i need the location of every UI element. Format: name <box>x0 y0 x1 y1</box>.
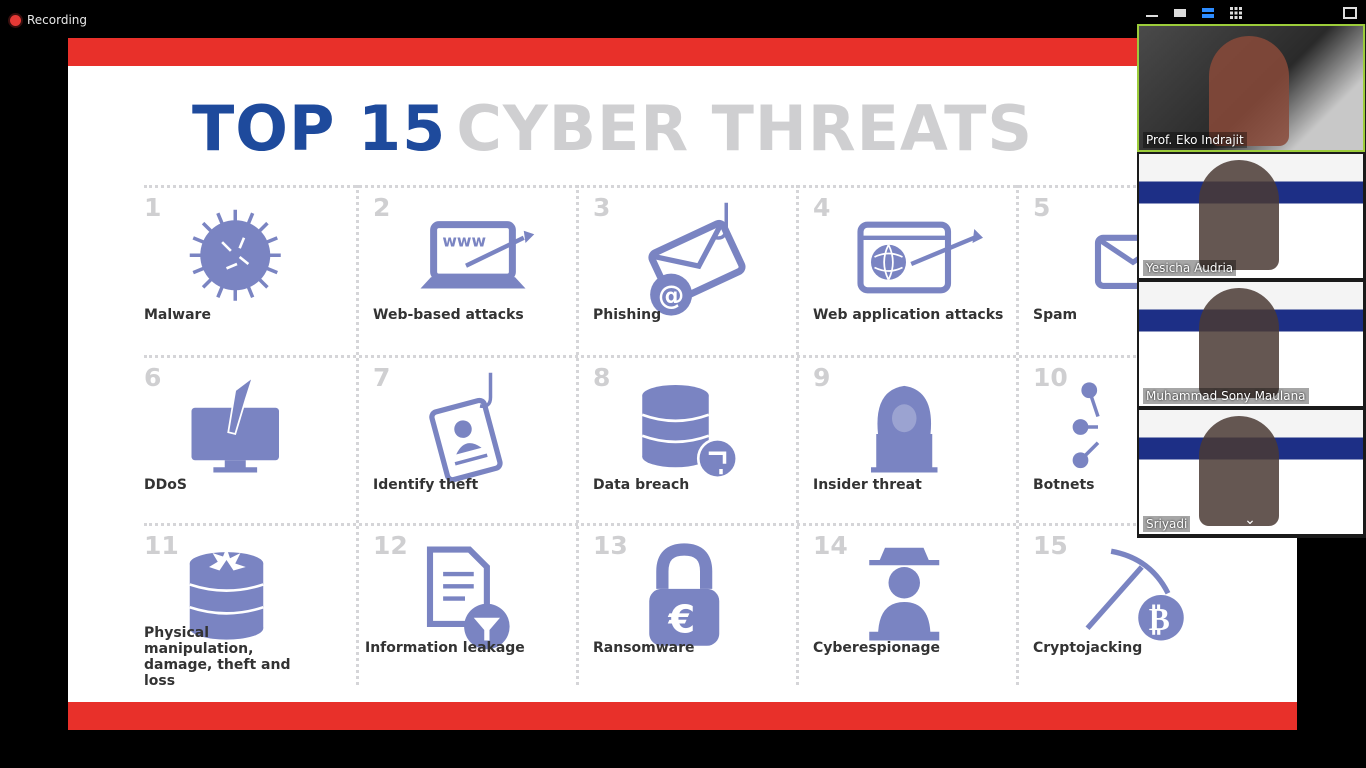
participant-avatar <box>1199 288 1279 398</box>
participant-video-tile[interactable]: Prof. Eko Indrajit <box>1137 24 1365 152</box>
svg-text:₿: ₿ <box>1149 602 1170 638</box>
threat-cell-6: 6 DDoS <box>144 363 360 523</box>
threat-number: 1 <box>144 193 162 222</box>
slide-bottom-bar <box>68 702 1297 730</box>
database-leak-icon <box>623 367 763 487</box>
threat-label: Web-based attacks <box>373 307 524 323</box>
threat-cell-8: 8 Data breach <box>593 363 809 523</box>
id-card-hook-icon <box>403 367 543 487</box>
fullscreen-icon[interactable] <box>1343 6 1357 19</box>
threat-cell-14: 14 Cyberespionage <box>813 531 1029 691</box>
threat-cell-11: 11 Physical manipulation, damage, theft a… <box>144 531 360 691</box>
participant-avatar <box>1199 416 1279 526</box>
threat-cell-15: 15 ₿ Cryptojacking <box>1033 531 1249 691</box>
threat-label: Ransomware <box>593 640 695 656</box>
threat-cell-9: 9 Insider threat <box>813 363 1029 523</box>
participant-name: Prof. Eko Indrajit <box>1143 132 1247 148</box>
hooded-hacker-icon <box>843 367 983 487</box>
participant-name: Sriyadi <box>1143 516 1191 532</box>
svg-text:€: € <box>668 598 696 643</box>
threat-number: 6 <box>144 363 162 392</box>
participant-avatar <box>1199 160 1279 270</box>
virus-icon <box>174 197 314 317</box>
participant-avatar <box>1209 36 1289 146</box>
threat-cell-13: 13 € Ransomware <box>593 531 809 691</box>
threat-label: Information leakage <box>365 640 525 656</box>
title-part-2: CYBER THREATS <box>456 92 1034 165</box>
threat-label: Botnets <box>1033 477 1095 493</box>
gallery-view-icon[interactable] <box>1229 6 1243 19</box>
document-funnel-icon <box>395 535 535 655</box>
threats-grid: 1 Malware 2 www Web-based attacks 3 @ Phishing 4… <box>144 185 1297 689</box>
threat-number: 4 <box>813 193 831 222</box>
threat-label: Physical manipulation, damage, theft and… <box>144 625 291 689</box>
participant-video-tile[interactable]: Yesicha Audria <box>1139 154 1363 278</box>
envelope-hook-icon: @ <box>623 197 763 317</box>
participant-name: Muhammad Sony Maulana <box>1143 388 1309 404</box>
title-part-1: TOP 15 <box>192 92 447 165</box>
scroll-down-chevron-icon[interactable]: ⌄ <box>1238 512 1262 532</box>
monitor-missile-icon <box>174 367 314 487</box>
grid-divider <box>144 185 1297 188</box>
laptop-www-arrow-icon: www <box>403 197 543 317</box>
slide-top-bar <box>68 38 1297 66</box>
threat-label: Malware <box>144 307 211 323</box>
threat-label: Identify theft <box>373 477 479 493</box>
svg-text:@: @ <box>658 281 684 311</box>
threat-number: 5 <box>1033 193 1051 222</box>
slide-title: TOP 15 CYBER THREATS <box>192 98 1033 160</box>
threat-cell-3: 3 @ Phishing <box>593 193 809 353</box>
threat-number: 3 <box>593 193 611 222</box>
threat-label: DDoS <box>144 477 187 493</box>
threat-cell-1: 1 Malware <box>144 193 360 353</box>
threat-cell-7: 7 Identify theft <box>373 363 589 523</box>
threat-label: Insider threat <box>813 477 922 493</box>
participant-name: Yesicha Audria <box>1143 260 1237 276</box>
threat-number: 2 <box>373 193 391 222</box>
browser-globe-arrow-icon <box>843 197 983 317</box>
minimize-icon[interactable] <box>1145 6 1159 18</box>
participants-panel: Prof. Eko Indrajit Yesicha Audria Muhammad… <box>1137 0 1366 538</box>
recording-dot-icon <box>10 14 21 26</box>
threat-label: Data breach <box>593 477 690 493</box>
threat-label: Cryptojacking <box>1033 640 1143 656</box>
threat-number: 8 <box>593 363 611 392</box>
padlock-euro-icon: € <box>623 535 763 655</box>
grid-divider <box>144 355 1297 358</box>
threat-cell-2: 2 www Web-based attacks <box>373 193 589 353</box>
threat-label: Spam <box>1033 307 1078 323</box>
participant-video-tile[interactable]: Muhammad Sony Maulana <box>1139 282 1363 406</box>
recording-indicator: Recording <box>10 10 87 30</box>
panel-toolbar <box>1137 0 1366 24</box>
threat-number: 7 <box>373 363 391 392</box>
threat-label: Web application attacks <box>813 307 1004 323</box>
threat-cell-4: 4 Web application attacks <box>813 193 1029 353</box>
grid-divider <box>144 523 1297 526</box>
strip-view-icon[interactable] <box>1201 6 1215 18</box>
threat-label: Cyberespionage <box>813 640 941 656</box>
recording-label: Recording <box>27 13 88 27</box>
pickaxe-bitcoin-icon: ₿ <box>1063 535 1203 655</box>
threat-cell-12: 12 Information leakage <box>365 531 581 691</box>
threat-label: Phishing <box>593 307 662 323</box>
speaker-view-icon[interactable] <box>1173 6 1187 18</box>
shared-slide: TOP 15CYBER THREATS ★★★ 1Malware2wwwWeb-… <box>68 38 1297 730</box>
threat-number: 9 <box>813 363 831 392</box>
svg-text:www: www <box>442 232 486 251</box>
spy-laptop-icon <box>843 535 983 655</box>
